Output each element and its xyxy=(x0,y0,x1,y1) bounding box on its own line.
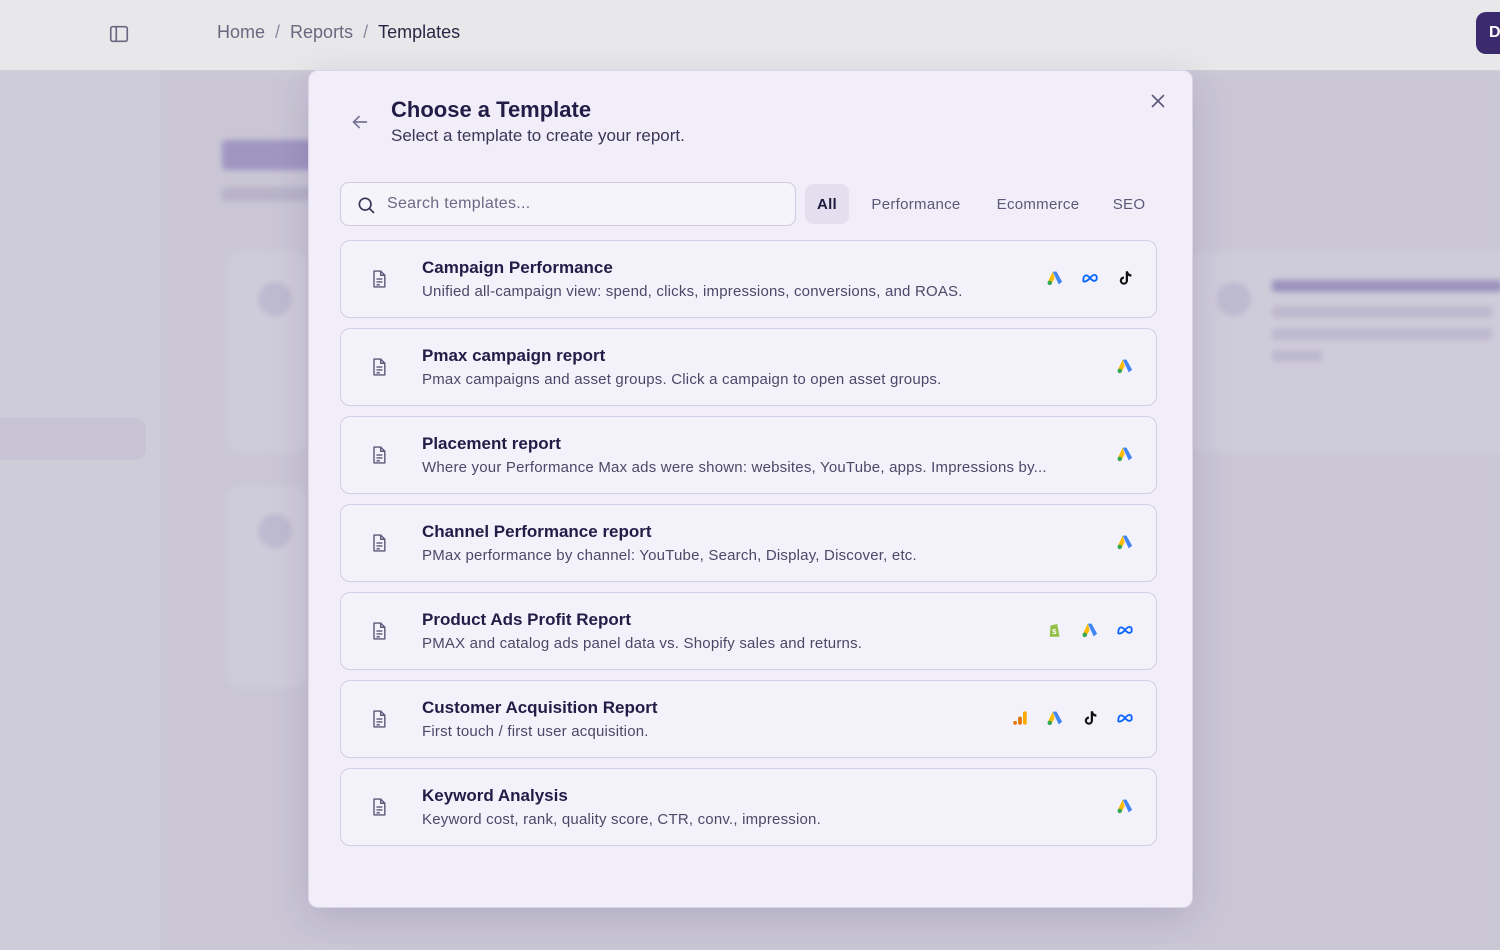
document-icon xyxy=(373,270,386,288)
meta-icon xyxy=(1116,621,1134,639)
template-title: Channel Performance report xyxy=(422,522,652,541)
breadcrumb-home[interactable]: Home xyxy=(217,22,265,43)
template-title: Product Ads Profit Report xyxy=(422,610,632,629)
filter-tab-seo[interactable]: SEO xyxy=(1106,184,1152,224)
filter-tab-performance[interactable]: Performance xyxy=(862,184,970,224)
google-ads-icon xyxy=(1081,621,1099,639)
template-source-icons xyxy=(1116,357,1134,375)
template-card[interactable]: Keyword Analysis Keyword cost, rank, qual… xyxy=(340,768,1157,846)
template-description: Where your Performance Max ads were show… xyxy=(422,459,1047,476)
breadcrumb-separator: / xyxy=(363,22,369,42)
shopify-icon: S xyxy=(1046,621,1064,639)
template-title: Customer Acquisition Report xyxy=(422,698,658,717)
google-ads-icon xyxy=(1116,445,1134,463)
document-icon xyxy=(373,622,386,640)
template-source-icons xyxy=(1116,533,1134,551)
meta-icon xyxy=(1081,269,1099,287)
meta-icon xyxy=(1116,709,1134,727)
template-description: PMax performance by channel: YouTube, Se… xyxy=(422,547,917,564)
filter-tab-all[interactable]: All xyxy=(805,184,849,224)
document-icon xyxy=(373,710,386,728)
sidebar-toggle-icon[interactable] xyxy=(108,23,130,45)
template-source-icons xyxy=(1116,445,1134,463)
template-description: Pmax campaigns and asset groups. Click a… xyxy=(422,371,942,388)
template-card[interactable]: Channel Performance report PMax performan… xyxy=(340,504,1157,582)
google-ads-icon xyxy=(1046,709,1064,727)
document-icon xyxy=(373,534,386,552)
google-ads-icon xyxy=(1116,357,1134,375)
document-icon xyxy=(373,446,386,464)
modal-subtitle: Select a template to create your report. xyxy=(391,126,685,145)
template-description: Unified all-campaign view: spend, clicks… xyxy=(422,283,963,300)
template-title: Keyword Analysis xyxy=(422,786,568,805)
back-arrow-icon[interactable] xyxy=(349,111,371,133)
filter-tab-ecommerce[interactable]: Ecommerce xyxy=(987,184,1089,224)
breadcrumb-reports[interactable]: Reports xyxy=(290,22,353,43)
template-description: First touch / first user acquisition. xyxy=(422,723,649,740)
document-icon xyxy=(373,798,386,816)
google-ads-icon xyxy=(1116,533,1134,551)
template-card[interactable]: Customer Acquisition Report First touch /… xyxy=(340,680,1157,758)
avatar[interactable]: D xyxy=(1476,12,1500,54)
breadcrumb: Home / Reports / Templates xyxy=(217,22,460,43)
google-analytics-icon xyxy=(1011,709,1029,727)
search-box xyxy=(340,182,796,226)
breadcrumb-templates: Templates xyxy=(378,22,461,42)
template-source-icons xyxy=(1046,269,1134,287)
search-icon xyxy=(358,197,375,214)
choose-template-modal: Choose a Template Select a template to c… xyxy=(308,70,1193,908)
template-description: Keyword cost, rank, quality score, CTR, … xyxy=(422,811,821,828)
template-title: Placement report xyxy=(422,434,561,453)
tiktok-icon xyxy=(1116,269,1134,287)
template-title: Pmax campaign report xyxy=(422,346,606,365)
document-icon xyxy=(373,358,386,376)
template-card[interactable]: Pmax campaign report Pmax campaigns and a… xyxy=(340,328,1157,406)
template-description: PMAX and catalog ads panel data vs. Shop… xyxy=(422,635,863,652)
template-card[interactable]: Placement report Where your Performance M… xyxy=(340,416,1157,494)
template-source-icons: S xyxy=(1046,621,1134,639)
tiktok-icon xyxy=(1081,709,1099,727)
close-icon[interactable] xyxy=(1147,90,1169,112)
template-card[interactable]: Product Ads Profit Report PMAX and catalo… xyxy=(340,592,1157,670)
template-card[interactable]: Campaign Performance Unified all-campaign… xyxy=(340,240,1157,318)
modal-title: Choose a Template xyxy=(391,97,592,122)
template-source-icons xyxy=(1011,709,1134,727)
google-ads-icon xyxy=(1116,797,1134,815)
search-input[interactable] xyxy=(387,195,777,213)
google-ads-icon xyxy=(1046,269,1064,287)
breadcrumb-separator: / xyxy=(275,22,281,42)
template-title: Campaign Performance xyxy=(422,258,613,277)
template-source-icons xyxy=(1116,797,1134,815)
svg-text:S: S xyxy=(1052,628,1057,636)
